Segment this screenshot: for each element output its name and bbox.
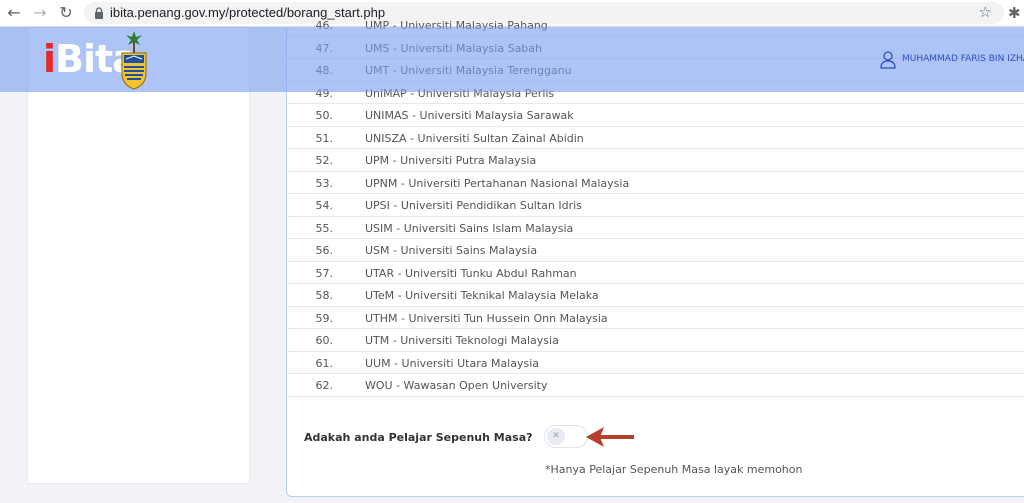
form-card: 46.UMP - Universiti Malaysia Pahang47.UM… — [286, 19, 1024, 497]
university-name: UUM - Universiti Utara Malaysia — [365, 356, 540, 370]
toggle-off-icon: ✕ — [547, 428, 565, 445]
university-name: UTeM - Universiti Teknikal Malaysia Mela… — [365, 289, 599, 302]
university-name: UPNM - Universiti Pertahanan Nasional Ma… — [365, 176, 630, 190]
university-number: 59. — [315, 311, 334, 325]
sidebar — [27, 27, 250, 484]
fulltime-toggle[interactable]: ✕ — [544, 425, 588, 448]
lock-icon — [95, 7, 103, 19]
university-row: 62. WOU - Wawasan Open University — [287, 374, 1024, 397]
university-row: 59. UTHM - Universiti Tun Hussein Onn Mal… — [287, 307, 1024, 329]
university-name: UPM - Universiti Putra Malaysia — [365, 154, 537, 167]
user-name[interactable]: MUHAMMAD FARIS BIN IZHA — [902, 54, 1024, 64]
university-row: 54. UPSI - Universiti Pendidikan Sultan I… — [287, 194, 1024, 217]
forward-icon[interactable]: → — [30, 3, 50, 23]
university-row: 57. UTAR - Universiti Tunku Abdul Rahman — [287, 262, 1024, 284]
university-name: UPSI - Universiti Pendidikan Sultan Idri… — [365, 199, 582, 212]
university-name: UTHM - Universiti Tun Hussein Onn Malays… — [365, 311, 608, 325]
university-number: 54. — [315, 199, 334, 212]
university-name: WOU - Wawasan Open University — [365, 379, 548, 392]
university-number: 53. — [315, 176, 334, 190]
university-number: 56. — [315, 244, 334, 257]
university-number: 62. — [315, 379, 334, 392]
university-number: 60. — [315, 334, 334, 347]
university-row: 55. USIM - Universiti Sains Islam Malaysi… — [287, 217, 1024, 239]
app-header: iBita MUHAMMAD FARIS BIN IZHA — [0, 27, 1024, 92]
university-row: 60. UTM - Universiti Teknologi Malaysia — [287, 329, 1024, 352]
university-number: 58. — [315, 289, 334, 302]
penang-crest-icon — [121, 31, 147, 90]
user-icon[interactable] — [880, 51, 896, 69]
university-name: UNISZA - Universiti Sultan Zainal Abidin — [365, 131, 584, 145]
red-arrow-icon — [586, 427, 634, 447]
university-row: 50. UNIMAS - Universiti Malaysia Sarawak — [287, 104, 1024, 127]
university-row: 56. USM - Universiti Sains Malaysia — [287, 239, 1024, 262]
university-row: 52. UPM - Universiti Putra Malaysia — [287, 149, 1024, 172]
university-row: 58. UTeM - Universiti Teknikal Malaysia M… — [287, 284, 1024, 307]
fulltime-note: *Hanya Pelajar Sepenuh Masa layak memoho… — [545, 463, 803, 476]
university-name: UTM - Universiti Teknologi Malaysia — [365, 334, 559, 347]
university-row: 53. UPNM - Universiti Pertahanan Nasional… — [287, 172, 1024, 194]
university-name: UTAR - Universiti Tunku Abdul Rahman — [365, 266, 577, 280]
university-row: 61. UUM - Universiti Utara Malaysia — [287, 352, 1024, 374]
back-icon[interactable]: ← — [4, 3, 24, 23]
university-number: 50. — [315, 109, 334, 122]
university-name: USIM - Universiti Sains Islam Malaysia — [365, 221, 574, 235]
university-number: 61. — [315, 356, 334, 370]
logo-i: i — [43, 37, 56, 81]
fulltime-question-label: Adakah anda Pelajar Sepenuh Masa? — [304, 431, 533, 444]
university-number: 57. — [315, 266, 334, 280]
university-number: 51. — [315, 131, 334, 145]
university-number: 55. — [315, 221, 334, 235]
university-number: 52. — [315, 154, 334, 167]
university-row: 51. UNISZA - Universiti Sultan Zainal Abi… — [287, 127, 1024, 149]
university-name: UNIMAS - Universiti Malaysia Sarawak — [365, 109, 574, 122]
university-name: USM - Universiti Sains Malaysia — [365, 244, 538, 257]
reload-icon[interactable]: ↻ — [56, 3, 76, 23]
